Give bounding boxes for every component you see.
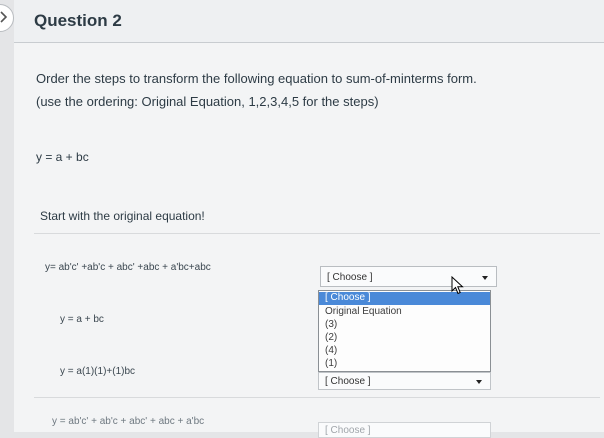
match-row-label: y = a(1)(1)+(1)bc xyxy=(60,366,136,377)
match-row-label: y = a + bc xyxy=(60,314,104,325)
divider xyxy=(34,397,600,398)
given-equation: y = a + bc xyxy=(36,150,89,164)
mouse-cursor-icon xyxy=(451,276,464,295)
select-value: [ Choose ] xyxy=(325,376,371,387)
question-title: Question 2 xyxy=(34,11,122,30)
divider xyxy=(34,233,600,234)
instruction-text: Start with the original equation! xyxy=(40,209,205,223)
match-select[interactable]: [ Choose ] xyxy=(318,372,491,390)
question-header: Question 2 xyxy=(14,0,604,43)
match-select[interactable]: [ Choose ] xyxy=(320,266,497,287)
chevron-down-icon xyxy=(482,276,488,280)
match-row-label: y= ab'c' +ab'c + abc' +abc + a'bc+abc xyxy=(45,262,211,273)
dropdown-option-3[interactable]: (3) xyxy=(325,319,337,330)
select-value: [ Choose ] xyxy=(327,272,373,283)
dropdown-option-4[interactable]: (4) xyxy=(325,345,337,356)
dropdown-option-original[interactable]: Original Equation xyxy=(325,306,402,317)
question-prompt-line2: (use the ordering: Original Equation, 1,… xyxy=(36,94,379,109)
chevron-down-icon xyxy=(476,380,482,384)
select-value: [ Choose ] xyxy=(325,425,371,436)
match-select[interactable]: [ Choose ] xyxy=(318,422,491,438)
dropdown-option-1[interactable]: (1) xyxy=(325,358,337,369)
match-row-label: y = ab'c' + ab'c + abc' + abc + a'bc xyxy=(52,416,205,427)
dropdown-option-2[interactable]: (2) xyxy=(325,332,337,343)
dropdown-options-list[interactable]: [ Choose ] Original Equation (3) (2) (4)… xyxy=(318,290,491,372)
question-prompt-line1: Order the steps to transform the followi… xyxy=(36,71,477,86)
question-nav-icon xyxy=(0,4,14,32)
